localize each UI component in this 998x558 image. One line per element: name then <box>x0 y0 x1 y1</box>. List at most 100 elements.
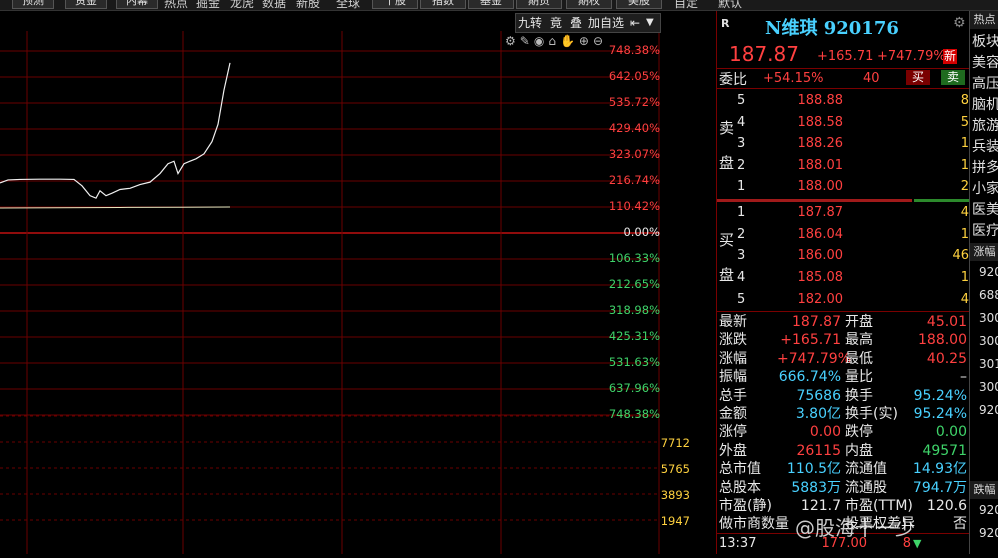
watermark: @股海十一少 <box>795 516 915 540</box>
stat-label: 总股本 <box>719 479 761 496</box>
draw-icon[interactable]: ✎ <box>520 34 534 48</box>
y-tick-label: 748.38% <box>608 407 660 421</box>
bid-price: 186.04 <box>797 226 844 242</box>
buy-button[interactable]: 买 <box>906 70 930 85</box>
sector-item[interactable]: 高压 <box>972 73 998 93</box>
sell-button[interactable]: 卖 <box>941 70 965 85</box>
toolbar-link-custom[interactable]: 自定 <box>674 0 698 10</box>
lock-icon[interactable]: ⌂ <box>548 34 560 48</box>
y-tick-label: 429.40% <box>608 121 660 135</box>
stat-label: 外盘 <box>719 442 747 459</box>
rise-code[interactable]: 301 <box>979 357 998 371</box>
rise-code[interactable]: 300 <box>979 380 998 394</box>
bid-price: 185.08 <box>797 270 844 286</box>
toolbar-link-dragon[interactable]: 龙虎 <box>230 0 254 10</box>
collapse-left-icon[interactable]: ⇤ <box>630 14 640 32</box>
rise-code[interactable]: 688 <box>979 288 998 302</box>
intraday-chart[interactable]: 748.38% 642.05% 535.72% 429.40% 323.07% 216.7… <box>0 11 716 554</box>
dropdown-icon[interactable]: ▼ <box>646 14 654 32</box>
stat-value: 110.5亿 <box>786 461 841 478</box>
toolbar-button-inside[interactable]: 内幕 <box>116 0 158 9</box>
stat-label: 量比 <box>845 369 873 386</box>
rise-code[interactable]: 920 <box>979 403 998 417</box>
stat-row: 金额 3.80亿 换手(实) 95.24% <box>717 404 970 424</box>
toolbar-link-ipo[interactable]: 新股 <box>296 0 320 10</box>
stat-value: 49571 <box>922 442 967 459</box>
bid-price: 186.00 <box>797 248 844 264</box>
hand-icon[interactable]: ✋ <box>560 34 579 48</box>
bid-level: 3 <box>737 248 746 264</box>
settings-icon[interactable]: ⚙ <box>505 34 520 48</box>
toolbar-link-default[interactable]: 默认 <box>718 0 742 10</box>
overlay-button[interactable]: 叠 <box>570 14 582 32</box>
toolbar-button-stock[interactable]: 十股 <box>372 0 418 9</box>
jiuzhuan-button[interactable]: 九转 <box>518 14 542 32</box>
sector-item[interactable]: 脑机 <box>972 94 998 114</box>
stat-value: 95.24% <box>913 406 967 422</box>
toolbar-button-us-stock[interactable]: 美股 <box>616 0 662 9</box>
stat-label: 总市值 <box>719 461 761 478</box>
toolbar-button-fund[interactable]: 基金 <box>468 0 514 9</box>
ask-level: 5 <box>737 93 746 108</box>
sector-item[interactable]: 兵装 <box>972 136 998 156</box>
stat-row: 振幅 666.74% 量比 – <box>717 367 970 387</box>
sector-column: 热点 板块美容高压脑机旅游兵装拼多小家医美医疗 涨幅 920 688 300 300 3… <box>969 11 998 554</box>
chart-tool-strip: 九转 竟 叠 加自选 ⇤ ▼ <box>515 13 661 33</box>
fall-code[interactable]: 920 <box>979 503 998 517</box>
zoom-in-icon[interactable]: ⊕ <box>579 34 593 48</box>
price-change: +165.71 <box>817 49 874 64</box>
ask-volume: 1 <box>960 136 969 151</box>
eye-icon[interactable]: ◉ <box>534 34 548 48</box>
toolbar-link-hot[interactable]: 热点 <box>164 0 188 10</box>
sector-item[interactable]: 拼多 <box>972 157 998 177</box>
trade-time: 13:37 <box>719 536 757 551</box>
chart-icon-row: ⚙✎◉⌂✋⊕⊖ <box>505 34 660 50</box>
bid-row: 5 182.00 4 <box>717 290 970 310</box>
toolbar-button-funds[interactable]: 资金 <box>65 0 107 9</box>
toolbar-button-options[interactable]: 期权 <box>566 0 612 9</box>
stat-label: 涨幅 <box>719 350 747 367</box>
gear-icon[interactable]: ⚙ <box>953 15 966 31</box>
ask-price: 188.01 <box>797 157 844 173</box>
stat-row: 外盘 26115 内盘 49571 <box>717 441 970 461</box>
toolbar-link-data[interactable]: 数据 <box>262 0 286 10</box>
rise-code[interactable]: 920 <box>979 265 998 279</box>
jing-button[interactable]: 竟 <box>550 14 562 32</box>
rise-code[interactable]: 300 <box>979 311 998 325</box>
stat-value: 40.25 <box>926 350 967 367</box>
stat-label: 最新 <box>719 314 747 330</box>
stat-row: 最新 187.87 开盘 45.01 <box>717 312 970 332</box>
hot-header: 热点 <box>970 11 998 29</box>
sector-item[interactable]: 医美 <box>972 199 998 219</box>
ask-row: 4 188.58 5 <box>717 113 970 133</box>
toolbar-button-index[interactable]: 指数 <box>420 0 466 9</box>
toolbar-link-dig[interactable]: 掘金 <box>196 0 220 10</box>
sector-item[interactable]: 医疗 <box>972 220 998 240</box>
bid-row: 4 185.08 1 <box>717 268 970 288</box>
stat-value: 187.87 <box>792 314 841 330</box>
toolbar-button-futures[interactable]: 期货 <box>516 0 562 9</box>
sector-item[interactable]: 旅游 <box>972 115 998 135</box>
top-toolbar: 预测 资金 内幕 热点 掘金 龙虎 数据 新股 全球 十股 指数 基金 期货 期… <box>0 0 998 11</box>
stat-value: 14.93亿 <box>912 461 967 478</box>
stat-label: 金额 <box>719 406 747 422</box>
toolbar-link-global[interactable]: 全球 <box>336 0 360 10</box>
bid-row: 3 186.00 46 <box>717 246 970 266</box>
rise-code[interactable]: 300 <box>979 334 998 348</box>
stat-label: 流通值 <box>845 461 887 478</box>
stat-label: 流通股 <box>845 479 887 496</box>
toolbar-button-forecast[interactable]: 预测 <box>12 0 54 9</box>
ask-row: 3 188.26 1 <box>717 134 970 154</box>
bid-volume: 1 <box>960 270 969 286</box>
sector-item[interactable]: 美容 <box>972 52 998 72</box>
ask-level: 3 <box>737 136 746 151</box>
stat-value: 5883万 <box>791 479 841 496</box>
bid-volume: 4 <box>960 205 969 220</box>
sector-item[interactable]: 板块 <box>972 31 998 51</box>
add-watchlist-button[interactable]: 加自选 <box>588 14 624 32</box>
stat-label: 涨跌 <box>719 332 747 349</box>
sector-item[interactable]: 小家 <box>972 178 998 198</box>
zoom-out-icon[interactable]: ⊖ <box>593 34 607 48</box>
fall-code[interactable]: 920 <box>979 526 998 540</box>
stat-value: 666.74% <box>778 369 841 386</box>
